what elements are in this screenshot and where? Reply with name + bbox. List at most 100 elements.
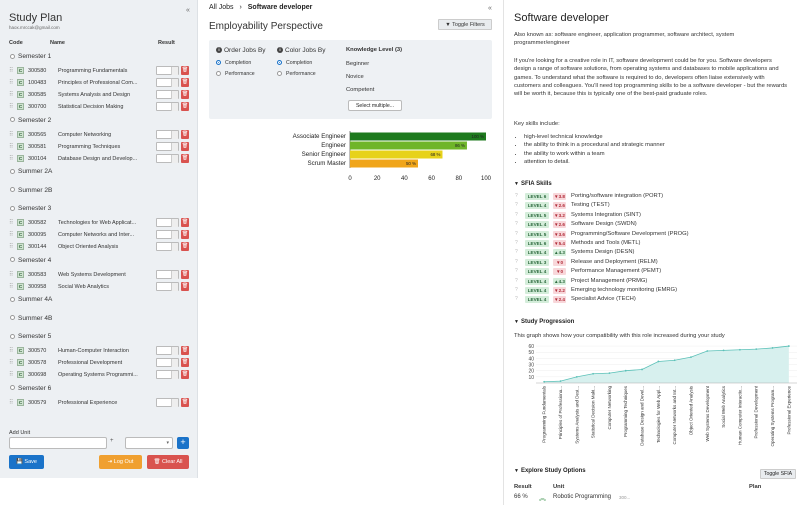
delete-unit-icon[interactable]: 🗑 [181,397,189,407]
result-select[interactable] [156,141,179,151]
drag-handle-icon[interactable]: ⠿ [9,103,13,110]
result-select[interactable] [156,230,179,239]
drag-handle-icon[interactable]: ⠿ [9,155,13,162]
collapse-sidebar-icon[interactable]: « [186,7,190,14]
result-select[interactable] [156,281,179,291]
drag-handle-icon[interactable]: ⠿ [9,271,13,278]
result-select[interactable] [156,102,179,111]
semester-header[interactable]: Semester 6 [10,385,51,392]
drag-handle-icon[interactable]: ⠿ [9,243,13,250]
drag-handle-icon[interactable]: ⠿ [9,399,13,406]
semester-header[interactable]: Semester 1 [10,53,51,60]
result-select[interactable] [156,129,179,139]
semester-select[interactable]: ▾ [125,437,173,449]
help-icon[interactable]: ? [515,278,518,284]
toggle-sfia-button[interactable]: Toggle SFIA [760,469,796,479]
progression-section-toggle[interactable]: ▼ Study Progression [514,319,574,325]
collapse-panel-icon[interactable]: « [488,5,492,12]
delete-unit-icon[interactable]: 🗑 [181,281,189,291]
result-select[interactable] [156,346,179,355]
semester-header[interactable]: Summer 2A [10,168,52,175]
logout-button[interactable]: ⇥ Log Out [99,455,142,469]
help-icon[interactable]: ? [515,240,518,246]
semester-header[interactable]: Summer 2B [10,187,52,194]
delete-unit-icon[interactable]: 🗑 [181,141,189,151]
semester-header[interactable]: Summer 4A [10,296,52,303]
delete-unit-icon[interactable]: 🗑 [181,370,189,379]
add-unit-button[interactable]: + [177,437,189,449]
breadcrumb-all-jobs[interactable]: All Jobs [209,4,234,11]
drag-handle-icon[interactable]: ⠿ [9,347,13,354]
knowledge-level-item[interactable]: Novice [346,74,364,80]
unit-row[interactable]: ⠿ C 300578 Professional Development 🗑 [9,358,191,368]
help-icon[interactable]: ? [515,249,518,255]
semester-header[interactable]: Summer 4B [10,315,52,322]
delete-unit-icon[interactable]: 🗑 [181,102,189,111]
unit-row[interactable]: ⠿ C 300580 Programming Fundamentals 🗑 [9,66,191,76]
unit-row[interactable]: ⠿ C 300585 Systems Analysis and Design 🗑 [9,90,191,100]
color-performance-radio[interactable]: Performance [277,71,316,77]
result-select[interactable] [156,397,179,407]
unit-row[interactable]: ⠿ C 300958 Social Web Analytics 🗑 [9,281,191,292]
unit-row[interactable]: ⠿ C 300095 Computer Networks and Inter... 🗑 [9,230,191,240]
help-icon[interactable]: ? [515,287,518,293]
delete-unit-icon[interactable]: 🗑 [181,153,189,163]
help-icon[interactable]: ? [515,212,518,218]
drag-handle-icon[interactable]: ⠿ [9,371,13,378]
add-unit-input[interactable] [9,437,107,449]
color-completion-radio[interactable]: Completion [277,60,312,66]
delete-unit-icon[interactable]: 🗑 [181,242,189,251]
help-icon[interactable]: ? [515,221,518,227]
delete-unit-icon[interactable]: 🗑 [181,129,189,139]
delete-unit-icon[interactable]: 🗑 [181,90,189,99]
explore-section-toggle[interactable]: ▼ Explore Study Options [514,468,586,474]
unit-row[interactable]: ⠿ C 300144 Object Oriented Analysis 🗑 [9,242,191,252]
drag-handle-icon[interactable]: ⠿ [9,79,13,86]
unit-row[interactable]: ⠿ C 300700 Statistical Decision Making 🗑 [9,102,191,112]
unit-row[interactable]: ⠿ C 300582 Technologies for Web Applicat...… [9,218,191,228]
unit-row[interactable]: ⠿ C 300698 Operating Systems Programmi... 🗑 [9,370,191,380]
delete-unit-icon[interactable]: 🗑 [181,66,189,75]
unit-row[interactable]: ⠿ C 300581 Programming Techniques 🗑 [9,141,191,152]
help-icon[interactable]: ? [515,231,518,237]
help-icon[interactable]: ? [515,193,518,199]
unit-row[interactable]: ⠿ C 300570 Human-Computer Interaction 🗑 [9,346,191,356]
semester-header[interactable]: Semester 2 [10,117,51,124]
result-select[interactable] [156,66,179,75]
knowledge-level-item[interactable]: Beginner [346,61,369,67]
delete-unit-icon[interactable]: 🗑 [181,358,189,367]
drag-handle-icon[interactable]: ⠿ [9,131,13,138]
delete-unit-icon[interactable]: 🗑 [181,269,189,279]
delete-unit-icon[interactable]: 🗑 [181,218,189,227]
drag-handle-icon[interactable]: ⠿ [9,67,13,74]
drag-handle-icon[interactable]: ⠿ [9,219,13,226]
delete-unit-icon[interactable]: 🗑 [181,230,189,239]
result-select[interactable] [156,358,179,367]
drag-handle-icon[interactable]: ⠿ [9,231,13,238]
result-select[interactable] [156,90,179,99]
result-select[interactable] [156,218,179,227]
result-select[interactable] [156,269,179,279]
unit-row[interactable]: ⠿ C 100483 Principles of Professional Com..… [9,78,191,88]
help-icon[interactable]: ? [515,296,518,302]
sfia-section-toggle[interactable]: ▼ SFIA Skills [514,181,552,187]
result-select[interactable] [156,78,179,87]
unit-row[interactable]: ⠿ C 300104 Database Design and Develop... 🗑 [9,153,191,164]
result-select[interactable] [156,370,179,379]
order-performance-radio[interactable]: Performance [216,71,255,77]
help-icon[interactable]: ? [515,202,518,208]
semester-header[interactable]: Semester 4 [10,257,51,264]
order-completion-radio[interactable]: Completion [216,60,251,66]
unit-row[interactable]: ⠿ C 300579 Professional Experience 🗑 [9,397,191,408]
unit-row[interactable]: ⠿ C 300583 Web Systems Development 🗑 [9,269,191,280]
save-button[interactable]: 💾 Save [9,455,44,469]
delete-unit-icon[interactable]: 🗑 [181,78,189,87]
drag-handle-icon[interactable]: ⠿ [9,143,13,150]
semester-header[interactable]: Semester 5 [10,333,51,340]
clear-all-button[interactable]: 🗑 Clear All [147,455,189,469]
toggle-filters-button[interactable]: ▼ Toggle Filters [438,19,492,30]
help-icon[interactable]: ? [515,268,518,274]
drag-handle-icon[interactable]: ⠿ [9,283,13,290]
semester-header[interactable]: Semester 3 [10,205,51,212]
help-icon[interactable]: ? [515,259,518,265]
